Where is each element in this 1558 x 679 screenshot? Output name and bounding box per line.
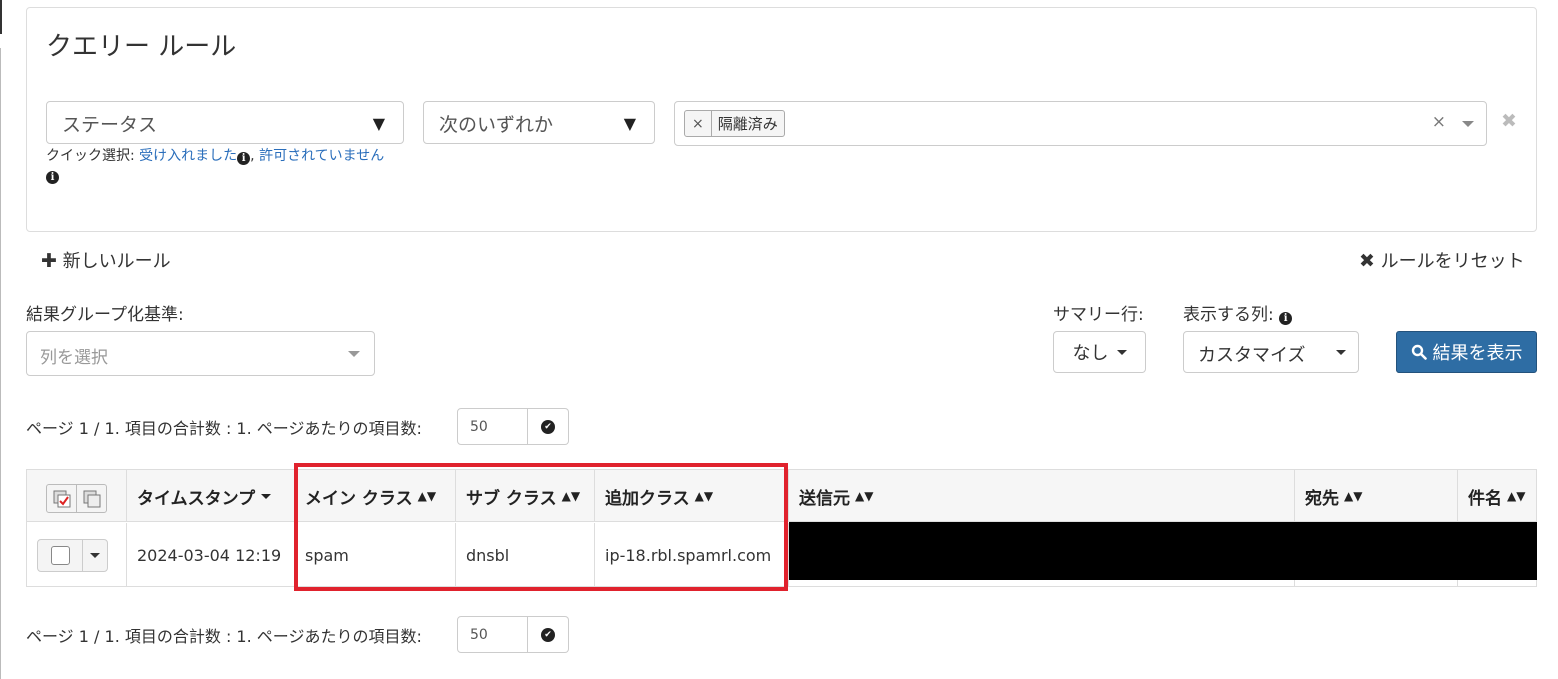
row-actions-dropdown[interactable] — [83, 540, 107, 571]
sort-icon: ▲▼ — [1344, 489, 1363, 503]
field-select-value: ステータス — [62, 114, 158, 136]
header-timestamp[interactable]: タイムスタンプ — [127, 470, 295, 522]
pager-info-top: ページ 1 / 1. 項目の合計数 : 1. ページあたりの項目数: — [26, 419, 422, 438]
field-select[interactable]: ステータス ▼ — [46, 101, 404, 144]
bulk-select-buttons — [46, 484, 107, 513]
row-select-button[interactable] — [37, 539, 108, 572]
sort-desc-icon — [261, 493, 272, 499]
caret-down-icon — [90, 553, 100, 558]
show-results-label: 結果を表示 — [1432, 343, 1523, 364]
caret-down-icon[interactable] — [1462, 121, 1474, 127]
triangle-down-icon: ▼ — [623, 114, 636, 133]
summary-dropdown[interactable]: なし — [1053, 331, 1146, 373]
select-all-icon[interactable] — [47, 485, 77, 512]
operator-select[interactable]: 次のいずれか ▼ — [423, 101, 655, 144]
quick-separator: , — [250, 148, 260, 164]
highlight-box — [294, 463, 788, 591]
close-icon: ✖ — [1359, 250, 1375, 272]
columns-select[interactable]: カスタマイズ — [1183, 331, 1359, 373]
row-checkbox[interactable] — [38, 540, 83, 571]
caret-down-icon — [1336, 350, 1346, 355]
caret-down-icon — [348, 351, 360, 357]
cell-timestamp: 2024-03-04 12:19 — [127, 523, 295, 587]
header-sender[interactable]: 送信元 ▲▼ — [789, 470, 1295, 522]
per-page-input-bottom[interactable]: 50 — [457, 616, 528, 653]
left-edge-mark — [0, 0, 2, 34]
quick-select: クイック選択: 受け入れました i, 許可されていません i — [46, 147, 384, 184]
selected-tag: × 隔離済み — [684, 110, 785, 137]
quick-link-not-allowed[interactable]: 許可されていません — [259, 148, 384, 164]
operator-select-value: 次のいずれか — [439, 114, 554, 136]
per-page-apply-bottom[interactable]: ✔ — [528, 616, 569, 653]
header-timestamp-label: タイムスタンプ — [137, 488, 256, 509]
search-icon — [1411, 344, 1427, 360]
deselect-all-icon[interactable] — [77, 485, 106, 512]
pager-info-bottom: ページ 1 / 1. 項目の合計数 : 1. ページあたりの項目数: — [26, 627, 422, 646]
caret-down-icon — [1116, 349, 1127, 355]
clear-all-button[interactable]: × — [1432, 112, 1446, 132]
columns-value: カスタマイズ — [1198, 345, 1306, 366]
tag-remove-button[interactable]: × — [685, 111, 712, 136]
plus-icon: ✚ — [41, 250, 57, 272]
reset-rules-label: ルールをリセット — [1380, 251, 1525, 272]
summary-label: サマリー行: — [1053, 305, 1144, 325]
select-column-header — [27, 470, 127, 522]
info-icon[interactable]: i — [46, 171, 59, 184]
remove-rule-button[interactable]: ✖ — [1501, 110, 1517, 132]
grouping-label: 結果グループ化基準: — [26, 305, 184, 325]
header-recipient-label: 宛先 — [1305, 488, 1339, 509]
quick-select-label: クイック選択: — [46, 148, 140, 164]
reset-rules-button[interactable]: ✖ ルールをリセット — [1359, 247, 1525, 273]
header-subject-label: 件名 — [1468, 488, 1502, 509]
left-edge-border — [0, 48, 1, 679]
check-circle-icon: ✔ — [541, 627, 555, 642]
redaction-bar — [789, 522, 1537, 580]
value-multiselect[interactable]: × 隔離済み × — [674, 101, 1487, 146]
tag-label: 隔離済み — [717, 115, 778, 133]
sort-icon: ▲▼ — [1507, 489, 1526, 503]
triangle-down-icon: ▼ — [372, 114, 385, 133]
info-icon[interactable]: i — [237, 152, 251, 165]
group-by-placeholder: 列を選択 — [40, 348, 108, 368]
row-select-cell — [27, 523, 127, 587]
new-rule-label: 新しいルール — [62, 251, 171, 272]
sort-icon: ▲▼ — [855, 489, 874, 503]
panel-title: クエリー ルール — [46, 32, 237, 62]
per-page-input-top[interactable]: 50 — [457, 408, 528, 445]
header-subject[interactable]: 件名 ▲▼ — [1458, 470, 1537, 522]
group-by-select[interactable]: 列を選択 — [26, 331, 375, 376]
show-results-button[interactable]: 結果を表示 — [1396, 331, 1537, 373]
summary-value: なし — [1072, 343, 1109, 364]
header-recipient[interactable]: 宛先 ▲▼ — [1295, 470, 1458, 522]
per-page-apply-top[interactable]: ✔ — [528, 408, 569, 445]
new-rule-button[interactable]: ✚ 新しいルール — [41, 247, 171, 273]
info-icon[interactable]: i — [1279, 312, 1293, 325]
check-circle-icon: ✔ — [541, 419, 555, 434]
quick-link-accepted[interactable]: 受け入れました — [139, 148, 237, 164]
columns-label-text: 表示する列: — [1183, 305, 1274, 325]
columns-label: 表示する列: i — [1183, 300, 1293, 325]
header-sender-label: 送信元 — [799, 488, 850, 509]
